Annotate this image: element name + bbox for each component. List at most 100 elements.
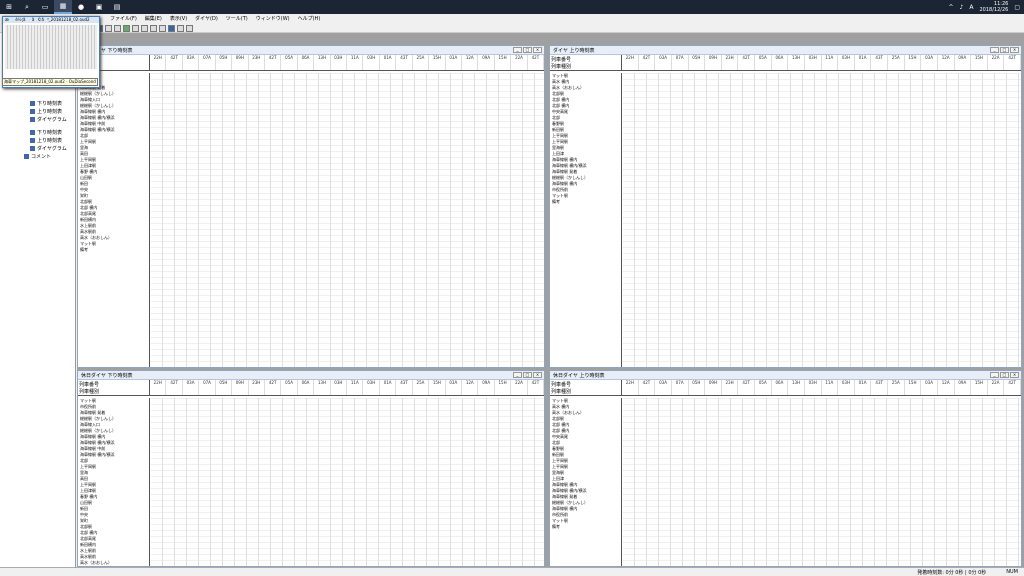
train-column-header[interactable]: 03H <box>805 380 822 395</box>
train-column-header[interactable]: 06A <box>298 380 315 395</box>
train-column-header[interactable]: 03A <box>921 380 938 395</box>
train-column-header[interactable]: 15H <box>971 55 988 70</box>
train-column-header[interactable]: 12A <box>462 55 479 70</box>
timetable-window-w4[interactable]: 休日ダイヤ 上り時刻表 _ □ × 列車番号 列車種別 22H 42T 03A 07A 05H… <box>549 370 1022 567</box>
maximize-icon[interactable]: □ <box>1000 47 1009 53</box>
window-titlebar[interactable]: 平日ダイヤ 下り時刻表 _ □ × <box>78 46 544 55</box>
train-column-header[interactable]: 23H <box>722 380 739 395</box>
search-icon[interactable]: ⌕ <box>18 0 36 14</box>
tree-item[interactable]: 下り時刻表 <box>30 100 62 107</box>
toolbar-button[interactable] <box>186 24 193 32</box>
train-column-header[interactable]: 42T <box>1004 380 1021 395</box>
timetable-window-w3[interactable]: 休日ダイヤ 下り時刻表 _ □ × 列車番号 列車種別 22H 42T 03A 07A 05H… <box>77 370 545 567</box>
toolbar-button[interactable] <box>177 24 184 32</box>
train-column-header[interactable]: 22H <box>622 380 639 395</box>
train-column-header[interactable]: 09A <box>478 55 495 70</box>
train-column-header[interactable]: 03H <box>331 55 348 70</box>
menu-item[interactable]: 編集(E) <box>145 15 162 22</box>
train-column-header[interactable]: 03H <box>363 55 380 70</box>
toolbar-button[interactable] <box>114 24 121 32</box>
train-column-header[interactable]: 07A <box>199 55 216 70</box>
window-titlebar[interactable]: 休日ダイヤ 上り時刻表 _ □ × <box>550 371 1021 380</box>
train-column-header[interactable]: 09H <box>705 380 722 395</box>
chevron-up-icon[interactable]: ^ <box>949 4 954 11</box>
train-column-header[interactable]: 03H <box>331 380 348 395</box>
close-icon[interactable]: × <box>533 47 542 53</box>
toolbar-button[interactable] <box>159 24 166 32</box>
timetable-grid[interactable] <box>151 398 544 566</box>
toolbar-button[interactable] <box>132 24 139 32</box>
train-column-header[interactable]: 07A <box>672 55 689 70</box>
train-column-header[interactable]: 12A <box>938 380 955 395</box>
train-column-header[interactable]: 12A <box>938 55 955 70</box>
tree-item[interactable]: コメント <box>24 153 51 160</box>
train-column-header[interactable]: 42T <box>738 380 755 395</box>
train-column-header[interactable]: 07A <box>672 380 689 395</box>
train-column-header[interactable]: 15H <box>495 380 512 395</box>
train-column-header[interactable]: 03A <box>446 380 463 395</box>
train-column-header[interactable]: 11A <box>347 55 364 70</box>
toolbar-button[interactable] <box>150 24 157 32</box>
menu-item[interactable]: ウィンドウ(W) <box>256 15 290 22</box>
train-column-header[interactable]: 11A <box>822 380 839 395</box>
train-column-header[interactable]: 03H <box>838 55 855 70</box>
menu-item[interactable]: ヘルプ(H) <box>298 15 321 22</box>
train-column-header[interactable]: 13H <box>314 380 331 395</box>
train-column-header[interactable]: 05A <box>755 55 772 70</box>
train-column-header[interactable]: 22A <box>988 55 1005 70</box>
train-column-header[interactable]: 15H <box>971 380 988 395</box>
window-titlebar[interactable]: ダイヤ 上り時刻表 _ □ × <box>550 46 1021 55</box>
train-column-header[interactable]: 25A <box>888 55 905 70</box>
maximize-icon[interactable]: □ <box>1000 372 1009 378</box>
train-column-header[interactable]: 05H <box>216 380 233 395</box>
train-column-header[interactable]: 05H <box>689 55 706 70</box>
train-column-header[interactable]: 01A <box>380 380 397 395</box>
train-column-header[interactable]: 43T <box>396 55 413 70</box>
train-column-header[interactable]: 11A <box>347 380 364 395</box>
train-column-header[interactable]: 09A <box>955 55 972 70</box>
train-column-header[interactable]: 05A <box>281 380 298 395</box>
train-column-header[interactable]: 03A <box>921 55 938 70</box>
train-column-header[interactable]: 42T <box>738 55 755 70</box>
speaker-icon[interactable]: ♪ <box>960 4 964 11</box>
train-column-header[interactable]: 22A <box>511 380 528 395</box>
menu-item[interactable]: ツール(T) <box>226 15 248 22</box>
train-column-header[interactable]: 23H <box>249 380 265 395</box>
train-column-header[interactable]: 13H <box>788 55 805 70</box>
app-icon-b[interactable]: ▤ <box>108 0 126 14</box>
train-column-header[interactable]: 01A <box>380 55 397 70</box>
maximize-icon[interactable]: □ <box>523 47 532 53</box>
menu-item[interactable]: ファイル(F) <box>110 15 137 22</box>
notification-icon[interactable]: ▢ <box>1014 4 1020 11</box>
train-column-header[interactable]: 03A <box>655 380 672 395</box>
minimize-icon[interactable]: _ <box>990 372 999 378</box>
train-column-header[interactable]: 22H <box>622 55 639 70</box>
train-column-header[interactable]: 05A <box>755 380 772 395</box>
train-column-header[interactable]: 09H <box>232 55 249 70</box>
train-column-header[interactable]: 13H <box>788 380 805 395</box>
timetable-window-w1[interactable]: 平日ダイヤ 下り時刻表 _□× 列車番号列車種別 22H42T03A07A05H… <box>77 45 545 368</box>
firefox-icon[interactable]: ● <box>72 0 90 14</box>
train-column-header[interactable]: 15H <box>429 55 446 70</box>
train-column-header[interactable]: 42T <box>265 55 282 70</box>
timetable-grid[interactable] <box>623 73 1021 367</box>
train-column-header[interactable]: 25A <box>413 380 430 395</box>
menu-item[interactable]: 表示(V) <box>170 15 187 22</box>
tree-item[interactable]: 下り時刻表 <box>30 129 62 136</box>
train-column-header[interactable]: 22H <box>150 55 167 70</box>
train-column-header[interactable]: 15H <box>905 380 922 395</box>
train-column-header[interactable]: 03A <box>183 380 200 395</box>
minimize-icon[interactable]: _ <box>513 372 522 378</box>
minimize-icon[interactable]: _ <box>513 47 522 53</box>
maximize-icon[interactable]: □ <box>523 372 532 378</box>
train-column-header[interactable]: 25A <box>888 380 905 395</box>
train-column-header[interactable]: 06A <box>772 380 789 395</box>
train-column-header[interactable]: 42T <box>265 380 282 395</box>
menu-item[interactable]: ダイヤ(D) <box>195 15 218 22</box>
train-column-header[interactable]: 03A <box>655 55 672 70</box>
minimize-icon[interactable]: _ <box>990 47 999 53</box>
train-column-header[interactable]: 42T <box>166 55 183 70</box>
train-column-header[interactable]: 03H <box>363 380 380 395</box>
train-column-header[interactable]: 42T <box>639 380 656 395</box>
train-column-header[interactable]: 15H <box>495 55 512 70</box>
